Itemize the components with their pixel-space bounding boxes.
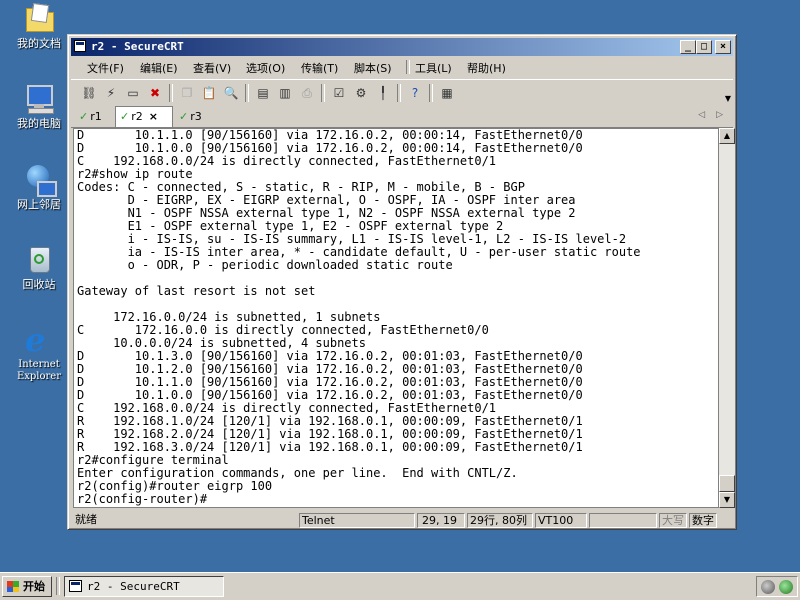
- terminal-line: o - ODR, P - periodic downloaded static …: [77, 258, 453, 272]
- recycle-bin-icon: [23, 243, 55, 275]
- tray-network-icon[interactable]: [779, 580, 793, 594]
- connected-check-icon: ✓: [79, 110, 89, 123]
- connect-icon[interactable]: ⛓: [79, 83, 99, 103]
- toolbar-overflow-icon[interactable]: ▼: [725, 94, 731, 103]
- terminal-line: r2(config-router)#: [77, 492, 208, 506]
- menu-bar: 文件(F) 编辑(E) 查看(V) 选项(O) 传输(T) 脚本(S) 工具(L…: [71, 57, 733, 77]
- desktop-icon-label: Internet Explorer: [16, 359, 62, 382]
- desktop-icon-internet-explorer[interactable]: e Internet Explorer: [6, 324, 72, 383]
- menu-view[interactable]: 查看(V): [193, 60, 231, 76]
- toolbar-separator: [397, 84, 401, 102]
- status-dimensions: 29行, 80列: [467, 513, 533, 528]
- connected-check-icon: ✓: [120, 110, 130, 123]
- internet-explorer-icon: e: [25, 321, 46, 359]
- minimize-button[interactable]: _: [680, 40, 696, 54]
- toolbar-separator: [429, 84, 433, 102]
- status-bar: 就绪 Telnet 29, 19 29行, 80列 VT100 大写 数字: [71, 512, 733, 529]
- taskbar: 开始 r2 - SecureCRT: [0, 572, 800, 600]
- global-options-icon[interactable]: ⚙: [351, 83, 371, 103]
- close-icon: ×: [719, 41, 727, 52]
- securecrt-window: r2 - SecureCRT _ □ × 文件(F) 编辑(E) 查看(V) 选…: [67, 34, 737, 530]
- folder-icon: [23, 2, 55, 34]
- menu-tools[interactable]: 工具(L): [415, 60, 452, 76]
- menu-help[interactable]: 帮助(H): [467, 60, 506, 76]
- network-icon: [23, 163, 57, 197]
- menu-script[interactable]: 脚本(S): [354, 60, 392, 76]
- copy-icon[interactable]: ❐: [177, 83, 197, 103]
- keymap-icon[interactable]: ╿: [373, 83, 393, 103]
- connect-tab-icon[interactable]: ▭: [123, 83, 143, 103]
- tab-scroll-left-icon[interactable]: ◁: [698, 110, 705, 120]
- taskbar-separator: [56, 577, 60, 595]
- print-selection-icon[interactable]: ⎙: [297, 83, 317, 103]
- menu-separator: [406, 60, 410, 74]
- window-title: r2 - SecureCRT: [91, 40, 184, 53]
- toolbar-separator: [169, 84, 173, 102]
- scroll-thumb[interactable]: [719, 475, 735, 492]
- status-num-lock: 数字: [689, 513, 717, 528]
- menu-transfer[interactable]: 传输(T): [301, 60, 338, 76]
- paste-icon[interactable]: 📋: [199, 83, 219, 103]
- terminal-scrollbar[interactable]: ▲ ▼: [719, 128, 735, 508]
- menu-edit[interactable]: 编辑(E): [140, 60, 178, 76]
- tab-r1[interactable]: ✓ r1: [79, 108, 113, 126]
- status-ready: 就绪: [75, 513, 97, 526]
- window-titlebar[interactable]: r2 - SecureCRT _ □ ×: [71, 38, 733, 56]
- toolbar: ⛓ ⚡ ▭ ✖ ❐ 📋 🔍 ▤ ▥ ⎙ ☑ ⚙ ╿ ? ▦ ▼: [71, 79, 733, 106]
- scroll-up-button[interactable]: ▲: [719, 128, 735, 144]
- computer-icon: [23, 82, 55, 114]
- desktop-icon-label: 我的电脑: [17, 117, 61, 130]
- find-icon[interactable]: 🔍: [221, 83, 241, 103]
- status-protocol: Telnet: [299, 513, 415, 528]
- tab-close-icon[interactable]: ×: [149, 110, 158, 123]
- terminal-line: Gateway of last resort is not set: [77, 284, 316, 298]
- terminal-area[interactable]: D 10.1.1.0 [90/156160] via 172.16.0.2, 0…: [73, 128, 719, 508]
- desktop-icon-network-places[interactable]: 网上邻居: [6, 163, 72, 211]
- desktop-icon-my-computer[interactable]: 我的电脑: [6, 82, 72, 130]
- securecrt-app-icon[interactable]: [74, 40, 86, 52]
- desktop-icon-label: 网上邻居: [17, 198, 61, 211]
- print-icon[interactable]: ▥: [275, 83, 295, 103]
- tab-r3[interactable]: ✓ r3: [179, 108, 213, 126]
- print-setup-icon[interactable]: ▤: [253, 83, 273, 103]
- status-cursor-position: 29, 19: [417, 513, 465, 528]
- disconnect-icon[interactable]: ✖: [145, 83, 165, 103]
- maximize-icon: □: [700, 41, 708, 52]
- system-tray: [756, 576, 798, 597]
- connected-check-icon: ✓: [179, 110, 189, 123]
- desktop-icon-label: 我的文档: [17, 37, 61, 50]
- minimize-icon: _: [684, 41, 692, 52]
- arrow-up-icon: ▲: [723, 131, 731, 140]
- status-blank: [589, 513, 657, 528]
- tray-volume-icon[interactable]: [761, 580, 775, 594]
- tab-scroll-right-icon[interactable]: ▷: [716, 110, 723, 120]
- toolbar-separator: [321, 84, 325, 102]
- status-caps-lock: 大写: [659, 513, 687, 528]
- windows-logo-icon: [7, 581, 19, 592]
- menu-file[interactable]: 文件(F): [87, 60, 124, 76]
- menu-options[interactable]: 选项(O): [246, 60, 285, 76]
- taskbar-button-securecrt[interactable]: r2 - SecureCRT: [64, 576, 224, 597]
- start-button[interactable]: 开始: [2, 576, 52, 597]
- desktop-icon-recycle-bin[interactable]: 回收站: [6, 243, 72, 291]
- status-emulation: VT100: [535, 513, 587, 528]
- scroll-down-button[interactable]: ▼: [719, 492, 735, 508]
- tab-r2[interactable]: ✓ r2 ×: [115, 106, 173, 127]
- help-icon[interactable]: ?: [405, 83, 425, 103]
- quick-connect-icon[interactable]: ⚡: [101, 83, 121, 103]
- securecrt-app-icon: [69, 580, 82, 592]
- arrow-down-icon: ▼: [723, 495, 731, 504]
- maximize-button[interactable]: □: [696, 40, 712, 54]
- toolbar-separator: [245, 84, 249, 102]
- session-tab-bar: ✓ r1 ✓ r2 × ✓ r3 ◁ ▷: [71, 106, 733, 128]
- terminal-output[interactable]: D 10.1.1.0 [90/156160] via 172.16.0.2, 0…: [77, 129, 641, 506]
- about-icon[interactable]: ▦: [437, 83, 457, 103]
- desktop-icon-label: 回收站: [22, 278, 56, 291]
- close-button[interactable]: ×: [715, 40, 731, 54]
- desktop-icon-my-documents[interactable]: 我的文档: [6, 2, 72, 50]
- session-options-icon[interactable]: ☑: [329, 83, 349, 103]
